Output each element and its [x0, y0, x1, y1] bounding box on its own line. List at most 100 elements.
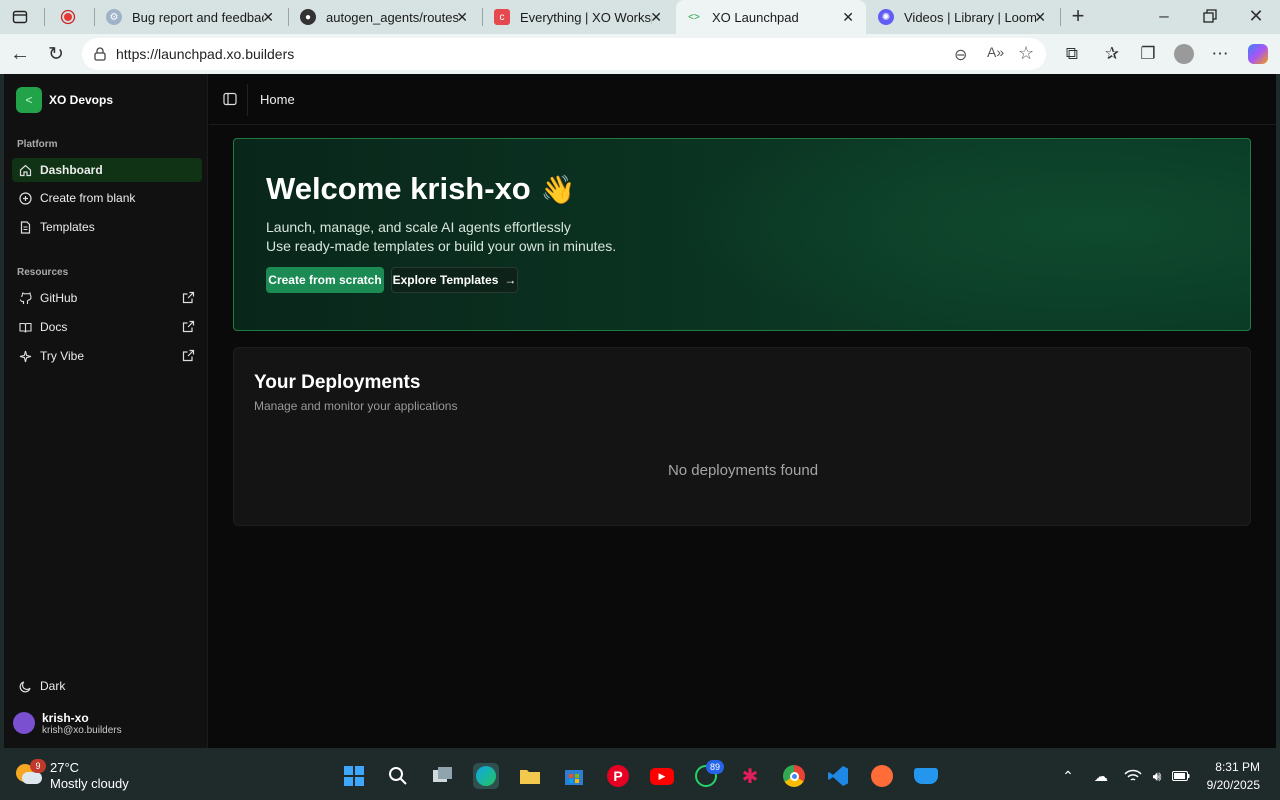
- tab-bug-report[interactable]: ⚙ Bug report and feedback ✕: [96, 0, 286, 34]
- divider: [247, 84, 248, 116]
- external-link-icon: [182, 291, 196, 305]
- more-menu-icon[interactable]: ⋯: [1208, 42, 1232, 66]
- close-icon[interactable]: ✕: [842, 9, 854, 26]
- avatar[interactable]: [13, 712, 35, 734]
- sidebar-item-docs[interactable]: Docs: [12, 315, 202, 339]
- back-icon[interactable]: ←: [8, 42, 32, 66]
- windows-start-icon[interactable]: [341, 763, 367, 789]
- weather-description[interactable]: Mostly cloudy: [50, 776, 129, 791]
- task-view-icon[interactable]: [430, 763, 456, 789]
- github-icon: [18, 291, 32, 305]
- battery-icon[interactable]: [1168, 763, 1194, 789]
- close-icon[interactable]: ✕: [262, 9, 274, 26]
- welcome-title: Welcome krish-xo: [266, 171, 531, 206]
- pinterest-icon[interactable]: P: [605, 763, 631, 789]
- microsoft-store-icon[interactable]: [561, 763, 587, 789]
- sidebar-toggle-icon[interactable]: [223, 92, 237, 106]
- browser-tab-bar: ⚙ Bug report and feedback ✕ ● autogen_ag…: [0, 0, 1280, 34]
- external-link-icon: [182, 349, 196, 363]
- copilot-icon[interactable]: [1246, 42, 1270, 66]
- read-aloud-icon[interactable]: A»: [987, 44, 1004, 60]
- whatsapp-badge: 89: [706, 760, 724, 774]
- waving-hand-icon: 👋: [540, 174, 576, 205]
- top-bar: Home: [209, 74, 1276, 125]
- user-name[interactable]: krish-xo: [42, 711, 89, 725]
- theme-label: Dark: [40, 679, 66, 693]
- welcome-subtitle-line2: Use ready-made templates or build your o…: [266, 238, 617, 254]
- extensions-icon[interactable]: ⧉: [1060, 42, 1084, 66]
- search-icon[interactable]: [385, 763, 411, 789]
- tab-loom[interactable]: ✺ Videos | Library | Loom ✕: [868, 0, 1058, 34]
- sidebar-item-github[interactable]: GitHub: [12, 286, 202, 310]
- restore-icon[interactable]: [1198, 4, 1222, 28]
- github-icon: ●: [300, 9, 316, 25]
- address-bar[interactable]: https://launchpad.xo.builders ⊖ A» ☆: [82, 38, 1046, 70]
- tab-xo-workspace[interactable]: c Everything | XO Workspace ✕: [484, 0, 674, 34]
- tab-github[interactable]: ● autogen_agents/routes/c ✕: [290, 0, 480, 34]
- close-icon[interactable]: ✕: [1034, 9, 1046, 26]
- plus-circle-icon: [18, 191, 32, 205]
- vscode-icon[interactable]: [825, 763, 851, 789]
- xo-logo-icon[interactable]: <: [16, 87, 42, 113]
- zoom-icon[interactable]: ⊖: [954, 45, 967, 65]
- file-icon: [18, 220, 32, 234]
- code-icon: <>: [688, 11, 700, 23]
- favorites-icon[interactable]: ✰: [1100, 42, 1124, 66]
- lock-icon: [92, 46, 108, 62]
- welcome-subtitle-line1: Launch, manage, and scale AI agents effo…: [266, 219, 571, 235]
- cloud-icon[interactable]: ☁: [1088, 763, 1114, 789]
- record-icon[interactable]: [56, 5, 80, 29]
- edge-browser-icon[interactable]: [473, 763, 499, 789]
- sidebar-item-templates[interactable]: Templates: [12, 215, 202, 239]
- section-platform: Platform: [17, 139, 58, 150]
- tab-xo-launchpad[interactable]: <> XO Launchpad ✕: [676, 0, 866, 34]
- tab-title: Videos | Library | Loom: [904, 9, 1036, 25]
- loom-icon: ✺: [878, 9, 894, 25]
- breadcrumb[interactable]: Home: [260, 92, 295, 107]
- chevron-up-icon[interactable]: ⌃: [1055, 763, 1081, 789]
- tab-title: XO Launchpad: [712, 9, 799, 25]
- file-explorer-icon[interactable]: [517, 763, 543, 789]
- section-resources: Resources: [17, 267, 69, 278]
- tab-actions-icon[interactable]: [8, 5, 32, 29]
- sidebar-item-try-vibe[interactable]: Try Vibe: [12, 344, 202, 368]
- volume-icon[interactable]: 🔊︎: [1144, 763, 1170, 789]
- docker-icon[interactable]: [913, 763, 939, 789]
- profile-avatar[interactable]: [1172, 42, 1196, 66]
- favorite-star-icon[interactable]: ☆: [1018, 43, 1034, 64]
- external-link-icon: [182, 320, 196, 334]
- temperature[interactable]: 27°C: [50, 760, 79, 775]
- theme-toggle[interactable]: Dark: [12, 674, 202, 698]
- close-icon[interactable]: ✕: [456, 9, 468, 26]
- wifi-icon[interactable]: [1120, 763, 1146, 789]
- sidebar-item-label: GitHub: [40, 291, 78, 305]
- sparkle-icon: [18, 349, 32, 363]
- book-icon: [18, 320, 32, 334]
- clock-time[interactable]: 8:31 PM: [1215, 760, 1260, 774]
- url-text[interactable]: https://launchpad.xo.builders: [116, 46, 294, 62]
- youtube-icon[interactable]: ▶: [649, 763, 675, 789]
- minimize-icon[interactable]: –: [1152, 4, 1176, 28]
- slack-icon[interactable]: ✱: [737, 763, 763, 789]
- postman-icon[interactable]: [869, 763, 895, 789]
- close-icon[interactable]: ✕: [650, 9, 662, 26]
- moon-icon: [18, 679, 32, 693]
- create-from-scratch-button[interactable]: Create from scratch: [266, 267, 384, 293]
- page-title: Welcome krish-xo 👋: [266, 171, 576, 207]
- org-name[interactable]: XO Devops: [49, 93, 113, 107]
- sidebar-item-label: Dashboard: [40, 163, 103, 177]
- app-window: < XO Devops Platform Dashboard Create fr…: [4, 74, 1276, 748]
- refresh-icon[interactable]: ↻: [44, 42, 68, 66]
- explore-templates-button[interactable]: Explore Templates →: [391, 267, 518, 293]
- new-tab-icon[interactable]: +: [1066, 3, 1090, 28]
- sidebar-item-dashboard[interactable]: Dashboard: [12, 158, 202, 182]
- collections-icon[interactable]: ❐: [1136, 42, 1160, 66]
- weather-badge: 9: [30, 759, 46, 773]
- chrome-icon[interactable]: [781, 763, 807, 789]
- arrow-right-icon: →: [504, 273, 517, 287]
- user-email: krish@xo.builders: [42, 725, 122, 736]
- clock-date[interactable]: 9/20/2025: [1207, 778, 1260, 792]
- clickup-icon: c: [494, 9, 510, 25]
- close-window-icon[interactable]: ✕: [1244, 4, 1268, 28]
- sidebar-item-create-from-blank[interactable]: Create from blank: [12, 186, 202, 210]
